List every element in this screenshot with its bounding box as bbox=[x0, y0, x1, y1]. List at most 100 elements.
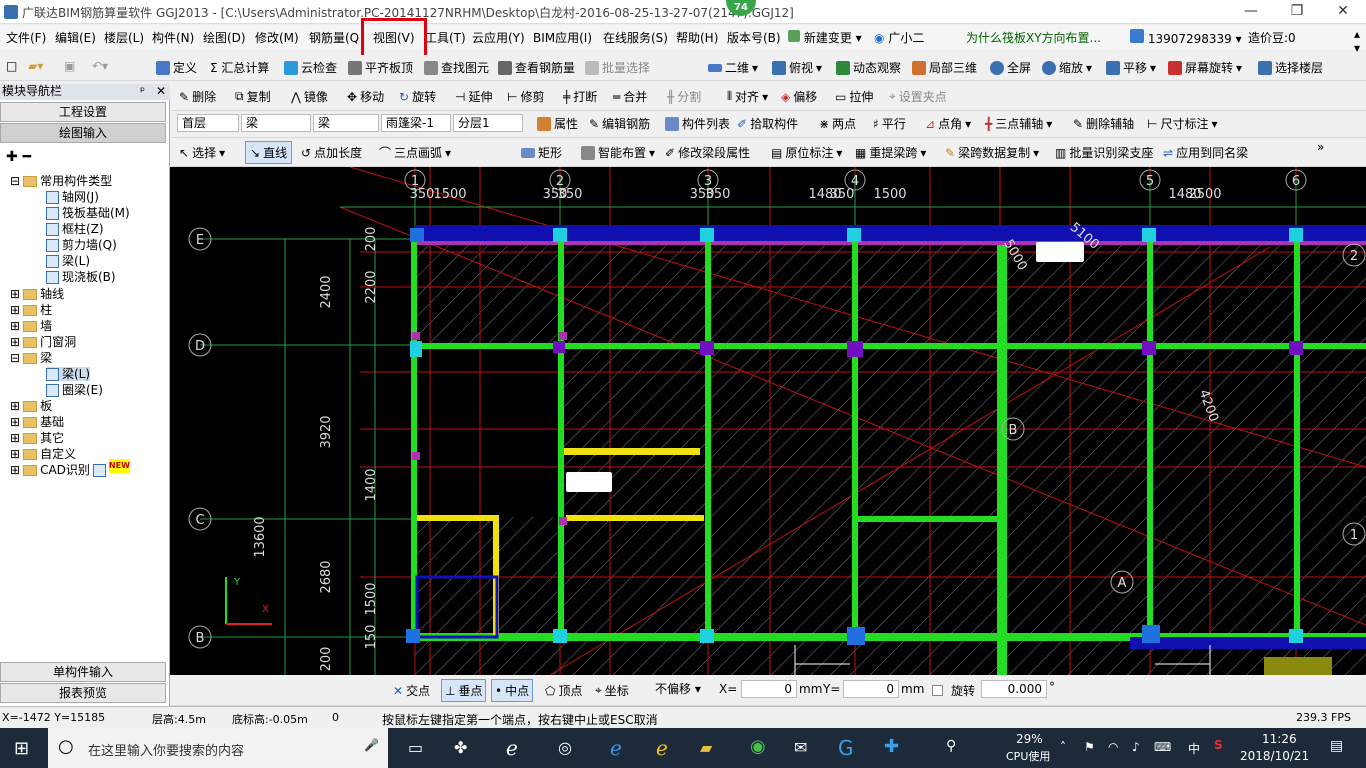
save-icon[interactable]: ▣ bbox=[64, 59, 75, 73]
point-length-tool[interactable]: ↺ 点加长度 bbox=[301, 144, 362, 161]
ime-indicator[interactable]: 中 bbox=[1188, 740, 1200, 757]
offset-select[interactable]: 不偏移 ▾ bbox=[651, 681, 713, 699]
menu-edit[interactable]: 编辑(E) bbox=[55, 29, 96, 46]
type-select-1[interactable]: 梁 bbox=[241, 114, 311, 132]
snap-coordinate[interactable]: ⌖ 坐标 bbox=[595, 682, 629, 699]
single-input-button[interactable]: 单构件输入 bbox=[0, 662, 166, 682]
close-icon[interactable]: ✕ bbox=[156, 84, 166, 99]
menu-scroll-arrow[interactable]: ▴ ▾ bbox=[1354, 27, 1360, 55]
snap-perpendicular[interactable]: ⊥ 垂点 bbox=[441, 679, 487, 702]
wifi-icon[interactable]: ◠ bbox=[1108, 740, 1118, 754]
menu-tools[interactable]: 工具(T) bbox=[425, 29, 466, 46]
menu-question-link[interactable]: 为什么筏板XY方向布置... bbox=[966, 29, 1101, 46]
menu-account[interactable]: 13907298339 ▾ bbox=[1130, 29, 1242, 46]
component-list-button[interactable]: 构件列表 bbox=[665, 115, 730, 132]
mail-icon[interactable]: ✉ bbox=[794, 738, 807, 757]
tree-axis[interactable]: ⊞ 轴线 bbox=[10, 287, 64, 301]
rectangle-tool[interactable]: 矩形 bbox=[521, 144, 562, 161]
start-icon[interactable]: ⊞ bbox=[14, 738, 29, 759]
grip-button[interactable]: ⌖ 设置夹点 bbox=[889, 88, 947, 105]
tree-ring-beam[interactable]: 圈梁(E) bbox=[46, 383, 103, 397]
pin-icon[interactable]: ᵖ bbox=[140, 84, 145, 99]
mirror-button[interactable]: ⋀ 镜像 bbox=[291, 88, 328, 105]
batch-support-tool[interactable]: ▥ 批量识别梁支座 bbox=[1055, 144, 1153, 161]
menu-file[interactable]: 文件(F) bbox=[6, 29, 46, 46]
menu-floor[interactable]: 楼层(L) bbox=[104, 29, 144, 46]
point-angle-button[interactable]: ⊿ 点角 ▾ bbox=[925, 115, 971, 132]
restore-button[interactable]: ❐ bbox=[1274, 0, 1320, 24]
stretch-button[interactable]: ▭ 拉伸 bbox=[835, 88, 873, 105]
report-preview-button[interactable]: 报表预览 bbox=[0, 683, 166, 703]
tree-raft[interactable]: 筏板基础(M) bbox=[46, 206, 130, 220]
sogou-icon[interactable]: S bbox=[1214, 738, 1223, 752]
menu-cloud[interactable]: 云应用(Y) bbox=[472, 29, 525, 46]
delete-button[interactable]: ✎ 删除 bbox=[179, 88, 216, 105]
search-box[interactable]: ○ 在这里输入你要搜索的内容 🎤 bbox=[48, 728, 388, 768]
tree-slab-group[interactable]: ⊞ 板 bbox=[10, 399, 52, 413]
two-point-button[interactable]: ⋇ 两点 bbox=[819, 115, 856, 132]
select-tool[interactable]: ↖ 选择 ▾ bbox=[179, 144, 225, 161]
menu-guangxiaoer[interactable]: ◉ 广小二 bbox=[874, 29, 924, 46]
flush-slab-button[interactable]: 平齐板顶 bbox=[348, 59, 413, 76]
type-select-2[interactable]: 梁 bbox=[313, 114, 379, 132]
view-rebar-button[interactable]: 查看钢筋量 bbox=[498, 59, 575, 76]
snap-intersection[interactable]: ✕ 交点 bbox=[393, 682, 430, 699]
modify-span-props-tool[interactable]: ✐ 修改梁段属性 bbox=[665, 144, 750, 161]
member-select[interactable]: 雨篷梁-1 bbox=[381, 114, 451, 132]
minimize-button[interactable]: — bbox=[1228, 0, 1274, 24]
tray-app-icon[interactable]: ⚑ bbox=[1084, 740, 1095, 754]
menu-online[interactable]: 在线服务(S) bbox=[603, 29, 668, 46]
2d-button[interactable]: 二维 ▾ bbox=[708, 59, 758, 76]
screen-rotate-button[interactable]: 屏幕旋转 ▾ bbox=[1168, 59, 1242, 76]
in-place-annotation-tool[interactable]: ▤ 原位标注 ▾ bbox=[771, 144, 842, 161]
copy-span-data-tool[interactable]: ✎ 梁跨数据复制 ▾ bbox=[945, 144, 1039, 161]
tree-column[interactable]: 框柱(Z) bbox=[46, 222, 104, 236]
zoom-button[interactable]: 缩放 ▾ bbox=[1042, 59, 1092, 76]
app-fan-icon[interactable]: ✤ bbox=[454, 738, 467, 757]
volume-icon[interactable]: ♪ bbox=[1132, 740, 1140, 754]
line-tool[interactable]: ↘ 直线 bbox=[245, 141, 293, 164]
menu-modify[interactable]: 修改(M) bbox=[255, 29, 299, 46]
tree-beam-group[interactable]: ⊟ 梁 bbox=[10, 351, 52, 365]
keyboard-icon[interactable]: ⌨ bbox=[1154, 740, 1171, 754]
tree-custom[interactable]: ⊞ 自定义 bbox=[10, 447, 76, 461]
tray-up-icon[interactable]: ˄ bbox=[1060, 740, 1066, 754]
fullscreen-button[interactable]: 全屏 bbox=[990, 59, 1031, 76]
three-point-axis-button[interactable]: ╋ 三点辅轴 ▾ bbox=[985, 115, 1052, 132]
snap-vertex[interactable]: ⬠ 顶点 bbox=[545, 682, 582, 699]
orbit-button[interactable]: 动态观察 bbox=[836, 59, 901, 76]
select-floor-button[interactable]: 选择楼层 bbox=[1258, 59, 1323, 76]
menu-rebar-qty[interactable]: 钢筋量(Q) bbox=[309, 29, 359, 46]
smart-layout-tool[interactable]: 智能布置 ▾ bbox=[581, 144, 655, 161]
menu-draw[interactable]: 绘图(D) bbox=[203, 29, 246, 46]
x-input[interactable]: 0 bbox=[741, 680, 797, 698]
menu-new-change[interactable]: 新建变更 ▾ bbox=[788, 29, 862, 46]
edit-rebar-button[interactable]: ✎ 编辑钢筋 bbox=[589, 115, 650, 132]
project-settings-button[interactable]: 工程设置 bbox=[0, 102, 166, 122]
tree-openings[interactable]: ⊞ 门窗洞 bbox=[10, 335, 76, 349]
floor-select[interactable]: 首层 bbox=[177, 114, 239, 132]
notifications-icon[interactable]: ▤ bbox=[1330, 738, 1343, 754]
people-icon[interactable]: ⚲ bbox=[946, 738, 956, 754]
undo-icon[interactable]: ↶▾ bbox=[92, 59, 108, 73]
delete-axis-button[interactable]: ✎ 删除辅轴 bbox=[1073, 115, 1134, 132]
new-file-icon[interactable]: □ bbox=[6, 59, 17, 73]
extend-button[interactable]: ⊣ 延伸 bbox=[455, 88, 492, 105]
dimension-button[interactable]: ⊢ 尺寸标注 ▾ bbox=[1147, 115, 1218, 132]
cad-drawing[interactable]: 1 2 3 4 5 6 E D C B 350 1500 350 350 350… bbox=[170, 167, 1366, 675]
rotate-button[interactable]: ↻ 旋转 bbox=[399, 88, 436, 105]
move-button[interactable]: ✥ 移动 bbox=[347, 88, 384, 105]
snap-midpoint[interactable]: • 中点 bbox=[491, 679, 534, 702]
tree-col-group[interactable]: ⊞ 柱 bbox=[10, 303, 52, 317]
tree-slab[interactable]: 现浇板(B) bbox=[46, 270, 116, 284]
re-extract-span-tool[interactable]: ▦ 重提梁跨 ▾ bbox=[855, 144, 926, 161]
split-button[interactable]: ╫ 分割 bbox=[667, 88, 701, 105]
pan-button[interactable]: 平移 ▾ bbox=[1106, 59, 1156, 76]
rotate-input[interactable]: 0.000 bbox=[981, 680, 1047, 698]
layer-select[interactable]: 分层1 bbox=[453, 114, 523, 132]
three-point-arc-tool[interactable]: ⌒ 三点画弧 ▾ bbox=[379, 144, 451, 161]
ie-icon[interactable]: ℯ bbox=[506, 736, 518, 760]
cloud-check-button[interactable]: 云检查 bbox=[284, 59, 337, 76]
break-button[interactable]: ╪ 打断 bbox=[563, 88, 597, 105]
explorer-icon[interactable]: ▰ bbox=[700, 738, 712, 757]
